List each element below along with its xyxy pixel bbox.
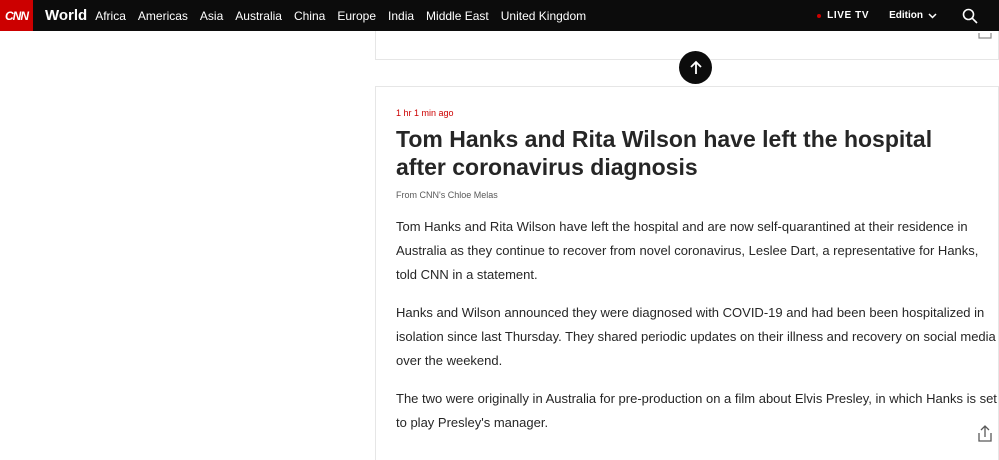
live-post-card: 1 hr 1 min ago Tom Hanks and Rita Wilson…	[375, 86, 999, 460]
search-button[interactable]	[955, 0, 985, 31]
post-paragraph: Hanks and Wilson announced they were dia…	[396, 305, 996, 368]
live-tv-link[interactable]: LIVE TV	[817, 10, 869, 21]
nav-item-europe[interactable]: Europe	[337, 9, 376, 23]
region-nav: Africa Americas Asia Australia China Eur…	[95, 9, 598, 23]
nav-item-americas[interactable]: Americas	[138, 9, 188, 23]
chevron-down-icon	[928, 12, 937, 19]
nav-item-asia[interactable]: Asia	[200, 9, 223, 23]
post-paragraph: The two were originally in Australia for…	[396, 391, 997, 430]
post-paragraph: Tom Hanks and Rita Wilson have left the …	[396, 219, 979, 282]
cnn-logo[interactable]: CNN	[0, 0, 33, 31]
arrow-up-icon	[689, 60, 702, 74]
nav-item-africa[interactable]: Africa	[95, 9, 126, 23]
cnn-logo-text: CNN	[5, 8, 29, 23]
edition-selector[interactable]: Edition	[889, 10, 937, 21]
post-body: Tom Hanks and Rita Wilson have left the …	[396, 215, 998, 449]
live-tv-label: LIVE TV	[827, 10, 870, 21]
post-timestamp: 1 hr 1 min ago	[396, 108, 454, 118]
nav-item-india[interactable]: India	[388, 9, 414, 23]
top-navigation-bar: CNN World Africa Americas Asia Australia…	[0, 0, 999, 31]
nav-item-china[interactable]: China	[294, 9, 325, 23]
search-icon	[962, 8, 978, 24]
scroll-to-top-button[interactable]	[679, 51, 712, 84]
nav-item-middle-east[interactable]: Middle East	[426, 9, 489, 23]
nav-item-australia[interactable]: Australia	[235, 9, 282, 23]
header-actions: LIVE TV Edition	[817, 0, 999, 31]
post-byline: From CNN's Chloe Melas	[396, 190, 498, 200]
share-icon[interactable]	[977, 425, 993, 443]
share-icon[interactable]	[978, 33, 992, 39]
section-title[interactable]: World	[45, 7, 87, 24]
live-dot-icon	[817, 13, 822, 18]
edition-label: Edition	[889, 10, 923, 21]
nav-item-united-kingdom[interactable]: United Kingdom	[501, 9, 586, 23]
post-headline: Tom Hanks and Rita Wilson have left the …	[396, 126, 933, 180]
